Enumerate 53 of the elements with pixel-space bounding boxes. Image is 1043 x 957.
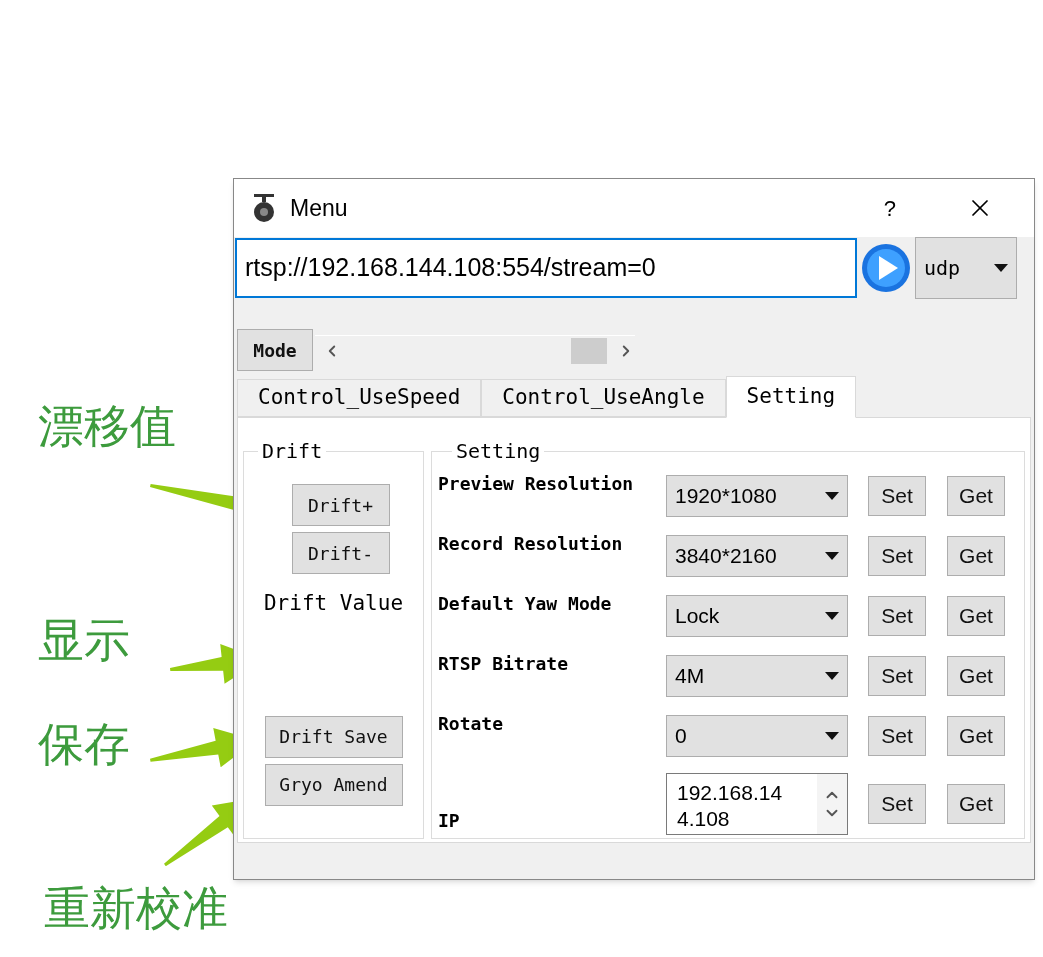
push-button[interactable]: Get <box>947 536 1005 576</box>
group-title: Setting <box>455 438 542 465</box>
camera-icon <box>252 193 276 223</box>
dropdown[interactable]: 1920*1080 <box>666 475 848 517</box>
push-button[interactable]: Set <box>868 536 926 576</box>
push-button[interactable]: Gryo Amend <box>264 763 403 806</box>
caret-icon <box>825 732 839 740</box>
field-label: Rotate <box>438 712 505 736</box>
field-label: Default Yaw Mode <box>438 592 613 616</box>
push-button[interactable]: Set <box>868 716 926 756</box>
push-button[interactable]: Get <box>947 596 1005 636</box>
caret-icon <box>825 492 839 500</box>
group-title: Drift <box>261 438 324 465</box>
play-icon[interactable] <box>861 243 911 293</box>
push-button[interactable]: Get <box>947 656 1005 696</box>
field-label: Preview Resolution <box>438 472 635 496</box>
caret-icon <box>825 552 839 560</box>
push-button[interactable]: Drift- <box>291 532 390 574</box>
annotation-label: 保存 <box>38 716 130 772</box>
push-button[interactable]: Set <box>868 656 926 696</box>
tab[interactable]: Setting <box>725 376 857 418</box>
annotation-label: 重新校准 <box>44 880 228 936</box>
push-button[interactable]: Mode <box>237 329 313 371</box>
push-button[interactable]: Drift Save <box>264 715 403 758</box>
scroll-thumb[interactable] <box>571 337 607 364</box>
annotation-label: 漂移值 <box>38 398 176 454</box>
caret-icon <box>825 612 839 620</box>
drift-value-label: Drift Value <box>263 590 404 617</box>
push-button[interactable]: Set <box>868 596 926 636</box>
dropdown[interactable]: 4M <box>666 655 848 697</box>
dropdown[interactable]: Lock <box>666 595 848 637</box>
caret-icon <box>994 264 1008 272</box>
push-button[interactable]: Get <box>947 716 1005 756</box>
dropdown[interactable]: 3840*2160 <box>666 535 848 577</box>
url-field[interactable]: rtsp://192.168.144.108:554/stream=0 <box>235 238 857 298</box>
annotation-label: 显示 <box>38 612 130 668</box>
dropdown[interactable]: 0 <box>666 715 848 757</box>
window-title: Menu <box>290 193 348 223</box>
scroll-bar[interactable] <box>315 335 635 365</box>
tab[interactable]: Control_UseAngle <box>481 379 726 417</box>
tab[interactable]: Control_UseSpeed <box>237 379 482 417</box>
push-button[interactable]: Get <box>947 784 1005 824</box>
protocol-dropdown[interactable]: udp <box>915 237 1017 299</box>
field-label: IP <box>438 809 461 833</box>
push-button[interactable]: Set <box>868 784 926 824</box>
field-label: Record Resolution <box>438 532 624 556</box>
help-button[interactable]: ? <box>883 191 896 225</box>
field-label: RTSP Bitrate <box>438 652 570 676</box>
push-button[interactable]: Get <box>947 476 1005 516</box>
caret-icon <box>825 672 839 680</box>
push-button[interactable]: Set <box>868 476 926 516</box>
push-button[interactable]: Drift+ <box>291 484 390 526</box>
spin-field[interactable]: 192.168.144.108 <box>666 773 848 835</box>
